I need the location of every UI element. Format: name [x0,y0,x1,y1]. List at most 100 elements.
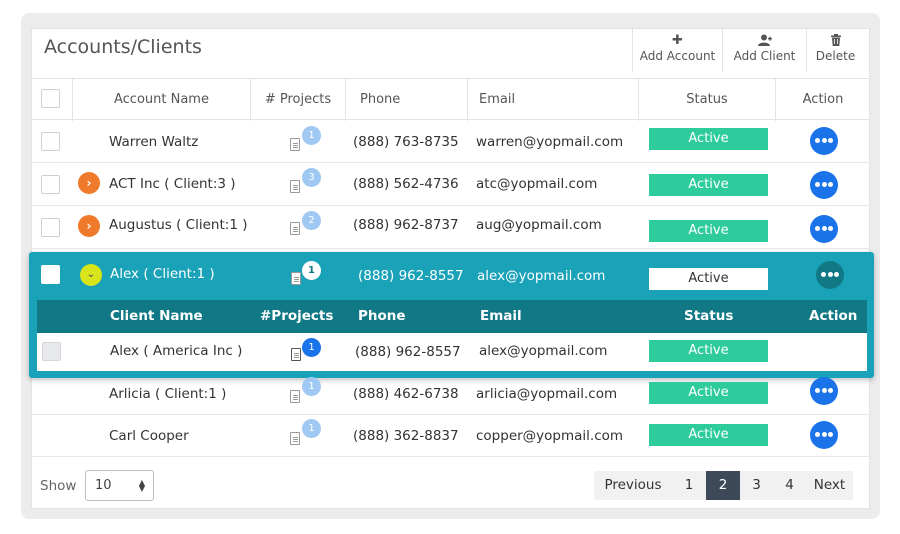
account-name[interactable]: Carl Cooper [109,428,189,444]
phone: (888) 362-8837 [353,428,459,444]
client-email: alex@yopmail.com [479,343,608,359]
projects-count-badge: 1 [302,338,321,357]
status-badge: Active [649,220,768,242]
email: alex@yopmail.com [477,268,606,284]
phone: (888) 962-8737 [353,217,459,233]
status-badge: Active [649,382,768,404]
col-sub-status[interactable]: Status [684,300,733,333]
table-row[interactable]: Arlicia ( Client:1 ) 1 (888) 462-6738 ar… [31,373,870,415]
phone: (888) 763-8735 [353,134,459,150]
col-sub-phone[interactable]: Phone [358,300,406,333]
page-size-select[interactable]: 10 ▲ ▼ [85,470,154,501]
document-icon [290,432,300,445]
more-icon [821,272,839,278]
projects-count-badge: 1 [302,377,321,396]
row-checkbox[interactable] [41,265,60,284]
document-icon [290,390,300,403]
col-phone[interactable]: Phone [345,79,467,121]
col-action: Action [775,79,870,121]
action-menu-button[interactable] [810,127,838,155]
account-name[interactable]: Augustus ( Client:1 ) [109,217,247,233]
page-size-value: 10 [95,478,112,493]
projects-count-badge: 1 [302,419,321,438]
projects-count-badge: 2 [302,211,321,230]
trash-icon [807,34,864,48]
phone: (888) 462-6738 [353,386,459,402]
table-row[interactable]: Warren Waltz 1 (888) 763-8735 warren@yop… [31,121,870,163]
document-icon [290,180,300,193]
document-icon [290,138,300,151]
row-checkbox[interactable] [41,218,60,237]
action-menu-button[interactable] [810,215,838,243]
col-sub-projects[interactable]: #Projects [260,300,333,333]
table-row[interactable]: › ACT Inc ( Client:3 ) 3 (888) 562-4736 … [31,164,870,206]
action-menu-button[interactable] [816,261,844,289]
pagination-previous[interactable]: Previous [594,471,672,500]
client-subtable-header: Client Name #Projects Phone Email Status… [37,300,867,333]
col-sub-action: Action [809,308,858,324]
phone: (888) 562-4736 [353,176,459,192]
plus-icon: ✚ [672,33,683,48]
table-row[interactable]: › Augustus ( Client:1 ) 2 (888) 962-8737… [31,207,870,249]
projects-count-badge: 1 [302,126,321,145]
pagination-page[interactable]: 1 [672,471,706,500]
more-icon [815,388,833,394]
add-client-label: Add Client [733,49,796,63]
collapse-chevron-icon[interactable]: ⌄ [80,264,102,286]
client-row-checkbox[interactable] [42,342,61,361]
email: arlicia@yopmail.com [476,386,618,402]
col-email[interactable]: Email [467,79,638,121]
email: atc@yopmail.com [476,176,598,192]
action-menu-button[interactable] [810,421,838,449]
document-icon [290,222,300,235]
col-client-name[interactable]: Client Name [110,300,203,333]
email: warren@yopmail.com [476,134,624,150]
action-menu-button[interactable] [810,377,838,405]
col-sub-email[interactable]: Email [480,300,522,333]
sort-arrows-icon: ▲ ▼ [138,478,145,493]
more-icon [815,182,833,188]
more-icon [815,432,833,438]
status-badge: Active [649,340,768,362]
status-badge: Active [649,174,768,196]
col-account-name[interactable]: Account Name [72,79,250,121]
select-all-checkbox[interactable] [41,89,60,108]
table-header: Account Name # Projects Phone Email Stat… [31,78,870,121]
more-icon [815,226,833,232]
client-phone: (888) 962-8557 [355,344,461,360]
status-badge: Active [649,424,768,446]
table-row[interactable]: Carl Cooper 1 (888) 362-8837 copper@yopm… [31,415,870,457]
document-icon [291,348,301,361]
add-account-label: Add Account [639,49,716,63]
delete-label: Delete [815,49,856,63]
pagination-page-current[interactable]: 2 [706,471,740,500]
row-checkbox[interactable] [41,175,60,194]
account-name[interactable]: ACT Inc ( Client:3 ) [109,176,236,192]
row-checkbox[interactable] [41,132,60,151]
client-row[interactable]: Alex ( America Inc ) 1 (888) 962-8557 al… [37,333,867,371]
pagination-page[interactable]: 3 [740,471,773,500]
pagination-page[interactable]: 4 [773,471,806,500]
phone: (888) 962-8557 [358,268,464,284]
account-name[interactable]: Arlicia ( Client:1 ) [109,386,226,402]
status-badge: Active [649,268,768,290]
more-icon [815,138,833,144]
delete-button[interactable]: Delete [806,28,864,72]
status-badge: Active [649,128,768,150]
user-plus-icon [723,34,806,48]
action-menu-button[interactable] [810,171,838,199]
expand-chevron-icon[interactable]: › [78,215,100,237]
page-title: Accounts/Clients [44,36,202,58]
add-client-button[interactable]: Add Client [722,28,806,72]
pagination-next[interactable]: Next [806,471,853,500]
col-status[interactable]: Status [638,79,775,121]
show-label: Show [40,478,77,494]
account-name[interactable]: Warren Waltz [109,134,198,150]
email: aug@yopmail.com [476,217,602,233]
account-name[interactable]: Alex ( Client:1 ) [110,266,215,282]
client-name[interactable]: Alex ( America Inc ) [110,343,242,359]
expand-chevron-icon[interactable]: › [78,172,100,194]
col-projects[interactable]: # Projects [250,79,345,121]
document-icon [291,272,301,285]
add-account-button[interactable]: ✚ Add Account [632,28,722,72]
